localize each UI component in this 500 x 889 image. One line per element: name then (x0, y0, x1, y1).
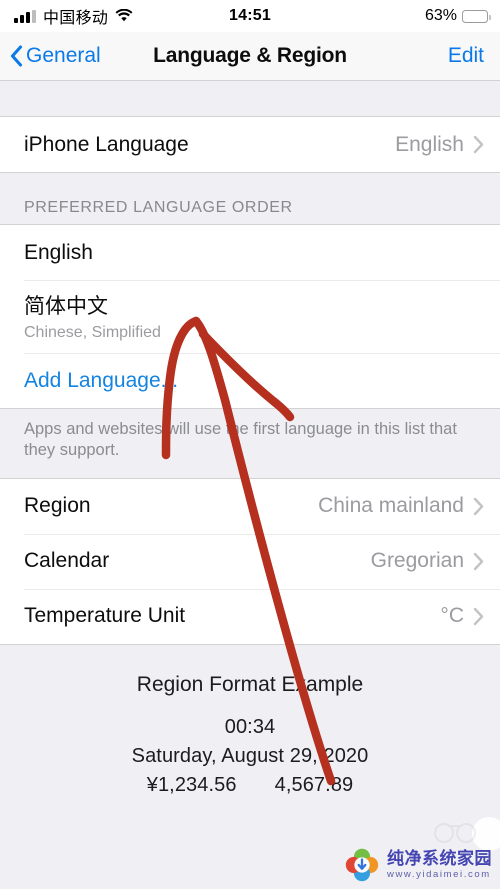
watermark-text: 纯净系统家园 www.yidaimei.com (387, 850, 492, 880)
status-bar: 中国移动 14:51 63% (0, 0, 500, 32)
preferred-language-group: English 简体中文 Chinese, Simplified Add Lan… (0, 224, 500, 409)
row-calendar[interactable]: Calendar Gregorian (0, 533, 500, 589)
row-value: Gregorian (370, 549, 464, 573)
add-language-button[interactable]: Add Language... (0, 353, 500, 408)
list-item-english[interactable]: English (0, 225, 500, 280)
language-subtitle: Chinese, Simplified (24, 323, 161, 341)
watermark-decoration (434, 823, 476, 843)
chevron-right-icon (473, 552, 484, 571)
watermark-title: 纯净系统家园 (387, 849, 492, 869)
watermark: 纯净系统家园 www.yidaimei.com (344, 847, 492, 883)
row-label: Region (24, 494, 91, 518)
row-accessory: English (395, 133, 484, 157)
row-iphone-language[interactable]: iPhone Language English (0, 117, 500, 172)
example-time: 00:34 (224, 715, 276, 738)
row-accessory: Gregorian (371, 549, 484, 573)
battery-icon (462, 9, 491, 23)
iphone-settings-screen: 中国移动 14:51 63% General Language & Region… (0, 0, 500, 889)
row-value: China mainland (318, 494, 464, 518)
edit-button[interactable]: Edit (448, 44, 484, 68)
chevron-right-icon (473, 497, 484, 516)
example-title: Region Format Example (136, 672, 364, 696)
iphone-language-group: iPhone Language English (0, 116, 500, 173)
row-accessory: °C (440, 604, 484, 628)
navigation-bar: General Language & Region Edit (0, 32, 500, 81)
row-value: °C (440, 604, 464, 628)
watermark-url: www.yidaimei.com (387, 869, 491, 881)
page-title: Language & Region (153, 44, 347, 67)
example-number: 4,567.89 (274, 773, 354, 796)
example-values: 00:34 Saturday, August 29, 2020 ¥1,234.5… (20, 713, 480, 800)
row-label: Temperature Unit (24, 604, 186, 628)
row-value: English (395, 132, 464, 156)
spacer-top (0, 81, 500, 116)
row-label: Calendar (24, 549, 110, 573)
list-item-simplified-chinese[interactable]: 简体中文 Chinese, Simplified (0, 280, 500, 353)
battery-percent-label: 63% (424, 7, 457, 24)
row-accessory: China mainland (318, 494, 484, 518)
row-label: iPhone Language (24, 132, 189, 156)
chevron-right-icon (473, 607, 484, 626)
add-language-label: Add Language... (24, 368, 179, 392)
region-format-example: Region Format Example 00:34 Saturday, Au… (0, 644, 500, 800)
example-date: Saturday, August 29, 2020 (131, 744, 369, 767)
language-title: English (24, 240, 93, 264)
status-bar-right: 63% (424, 0, 491, 32)
row-temperature-unit[interactable]: Temperature Unit °C (0, 588, 500, 644)
example-currency: ¥1,234.56 (146, 773, 237, 796)
chevron-right-icon (473, 135, 484, 154)
watermark-logo-icon (345, 848, 379, 882)
preferred-language-footer: Apps and websites will use the first lan… (0, 409, 500, 478)
preferred-language-order-header: PREFERRED LANGUAGE ORDER (0, 173, 500, 224)
row-region[interactable]: Region China mainland (0, 478, 500, 534)
region-group: Region China mainland Calendar Gregorian (0, 477, 500, 645)
language-title: 简体中文 (24, 294, 108, 318)
example-numbers: ¥1,234.56 4,567.89 (20, 771, 480, 800)
